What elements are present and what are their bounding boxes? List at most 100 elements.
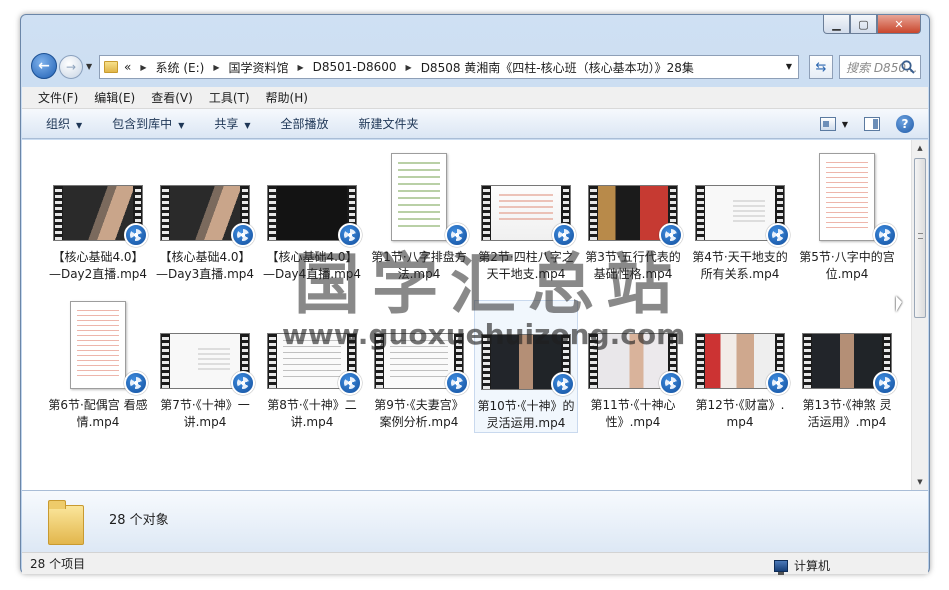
organize-label: 组织 <box>46 117 71 131</box>
change-view-button[interactable]: ▼ <box>819 117 848 131</box>
file-item[interactable]: 第4节·天干地支的所有关系.mp4 <box>688 152 792 283</box>
caption-buttons: ▁ ▢ ✕ <box>823 15 921 34</box>
file-name: 第10节·《十神》的灵活运用.mp4 <box>477 399 575 430</box>
history-dropdown[interactable]: ▼ <box>86 62 92 71</box>
media-player-icon <box>766 223 790 247</box>
watermark-url: www.guoxuehuizong.com <box>282 318 686 351</box>
file-thumbnail <box>795 300 899 395</box>
file-name: 【核心基础4.0】—Day3直播.mp4 <box>155 250 255 281</box>
item-count: 28 个项目 <box>30 557 86 571</box>
video-frame <box>705 334 775 388</box>
file-item[interactable]: 第6节·配偶宫 看感情.mp4 <box>46 300 150 431</box>
watermark-text: 国学汇总站 <box>294 246 684 323</box>
menu-file[interactable]: 文件(F) <box>38 89 78 106</box>
media-player-icon <box>338 371 362 395</box>
share-button[interactable]: 共享 ▼ <box>214 115 250 132</box>
file-item[interactable]: 【核心基础4.0】—Day3直播.mp4 <box>153 152 257 283</box>
organize-button[interactable]: 组织 ▼ <box>46 115 82 132</box>
vertical-scrollbar[interactable]: ▲ ▼ <box>911 140 928 490</box>
file-item[interactable]: 第7节·《十神》一讲.mp4 <box>153 300 257 431</box>
chevron-down-icon: ▼ <box>76 121 83 130</box>
include-library-button[interactable]: 包含到库中 ▼ <box>112 115 184 132</box>
media-player-icon <box>445 371 469 395</box>
document-preview <box>70 301 126 389</box>
file-thumbnail <box>688 152 792 247</box>
mouse-cursor-icon <box>896 296 902 312</box>
maximize-button[interactable]: ▢ <box>850 15 877 34</box>
folder-icon <box>104 61 118 73</box>
search-input[interactable]: 搜索 D850... <box>839 55 921 79</box>
file-item[interactable]: 第13节·《神煞 灵活运用》.mp4 <box>795 300 899 431</box>
file-name: 第7节·《十神》一讲.mp4 <box>160 398 250 429</box>
scroll-up-icon[interactable]: ▲ <box>912 140 928 156</box>
computer-icon <box>774 559 788 575</box>
command-bar-right: ▼ ? <box>819 115 914 133</box>
back-arrow-icon: ← <box>38 58 50 74</box>
search-icon[interactable] <box>900 59 916 75</box>
media-player-icon <box>551 372 575 396</box>
file-name: 第13节·《神煞 灵活运用》.mp4 <box>802 398 892 429</box>
preview-pane-icon[interactable] <box>864 117 880 131</box>
menu-help[interactable]: 帮助(H) <box>266 89 308 106</box>
close-button[interactable]: ✕ <box>877 15 921 34</box>
file-thumbnail <box>688 300 792 395</box>
breadcrumb-library[interactable]: 国学资料馆 <box>228 59 288 76</box>
file-item[interactable]: 第12节·《财富》.mp4 <box>688 300 792 431</box>
navigation-row: ← → ▼ « ▶ 系统 (E:) ▶ 国学资料馆 ▶ D8501-D8600 … <box>29 53 921 81</box>
breadcrumb-current[interactable]: D8508 黄湘南《四柱-核心班（核心基本功）》28集 <box>421 59 694 76</box>
back-button[interactable]: ← <box>31 53 57 79</box>
media-player-icon <box>873 371 897 395</box>
play-all-button[interactable]: 全部播放 <box>281 115 329 132</box>
file-thumbnail <box>46 300 150 395</box>
command-bar: 组织 ▼ 包含到库中 ▼ 共享 ▼ 全部播放 新建文件夹 ▼ ? <box>22 109 928 139</box>
chevron-right-icon[interactable]: ▶ <box>213 63 219 72</box>
file-item[interactable]: 【核心基础4.0】—Day2直播.mp4 <box>46 152 150 283</box>
scroll-thumb[interactable] <box>914 158 926 318</box>
file-name: 第11节·《十神心性》.mp4 <box>590 398 676 429</box>
scroll-down-icon[interactable]: ▼ <box>912 474 928 490</box>
document-preview <box>819 153 875 241</box>
status-location: 计算机 <box>774 557 830 575</box>
grip-icon <box>918 233 923 239</box>
new-folder-button[interactable]: 新建文件夹 <box>359 115 419 132</box>
video-frame <box>63 186 133 240</box>
file-name: 第12节·《财富》.mp4 <box>695 398 785 429</box>
breadcrumb-drive[interactable]: 系统 (E:) <box>156 59 205 76</box>
menu-view[interactable]: 查看(V) <box>151 89 193 106</box>
media-player-icon <box>231 223 255 247</box>
address-overflow[interactable]: « <box>124 60 131 74</box>
minimize-button[interactable]: ▁ <box>823 15 850 34</box>
forward-button[interactable]: → <box>59 55 83 79</box>
menu-tools[interactable]: 工具(T) <box>209 89 250 106</box>
menu-bar: 文件(F) 编辑(E) 查看(V) 工具(T) 帮助(H) <box>22 87 928 109</box>
folder-icon <box>48 500 84 545</box>
address-dropdown-icon[interactable]: ▼ <box>786 62 792 71</box>
video-frame <box>705 186 775 240</box>
share-label: 共享 <box>214 117 239 131</box>
file-name: 【核心基础4.0】—Day2直播.mp4 <box>48 250 148 281</box>
help-icon[interactable]: ? <box>896 115 914 133</box>
chevron-right-icon[interactable]: ▶ <box>140 63 146 72</box>
chevron-right-icon[interactable]: ▶ <box>406 63 412 72</box>
media-player-icon <box>124 223 148 247</box>
maximize-icon: ▢ <box>858 17 869 31</box>
close-icon: ✕ <box>894 17 904 31</box>
document-preview <box>391 153 447 241</box>
address-bar[interactable]: « ▶ 系统 (E:) ▶ 国学资料馆 ▶ D8501-D8600 ▶ D850… <box>99 55 799 79</box>
refresh-icon: ⇆ <box>815 59 827 75</box>
minimize-icon: ▁ <box>832 17 841 31</box>
file-item[interactable]: 第5节·八字中的宫位.mp4 <box>795 152 899 283</box>
media-player-icon <box>231 371 255 395</box>
video-frame <box>170 334 240 388</box>
chevron-right-icon[interactable]: ▶ <box>297 63 303 72</box>
menu-edit[interactable]: 编辑(E) <box>94 89 135 106</box>
file-thumbnail <box>795 152 899 247</box>
file-name: 第8节·《十神》二讲.mp4 <box>267 398 357 429</box>
breadcrumb-range[interactable]: D8501-D8600 <box>313 60 397 74</box>
chevron-down-icon: ▼ <box>841 119 848 129</box>
refresh-button[interactable]: ⇆ <box>809 55 833 79</box>
file-thumbnail <box>153 152 257 247</box>
include-library-label: 包含到库中 <box>112 117 173 131</box>
forward-arrow-icon: → <box>65 60 77 74</box>
view-icon <box>819 117 836 131</box>
